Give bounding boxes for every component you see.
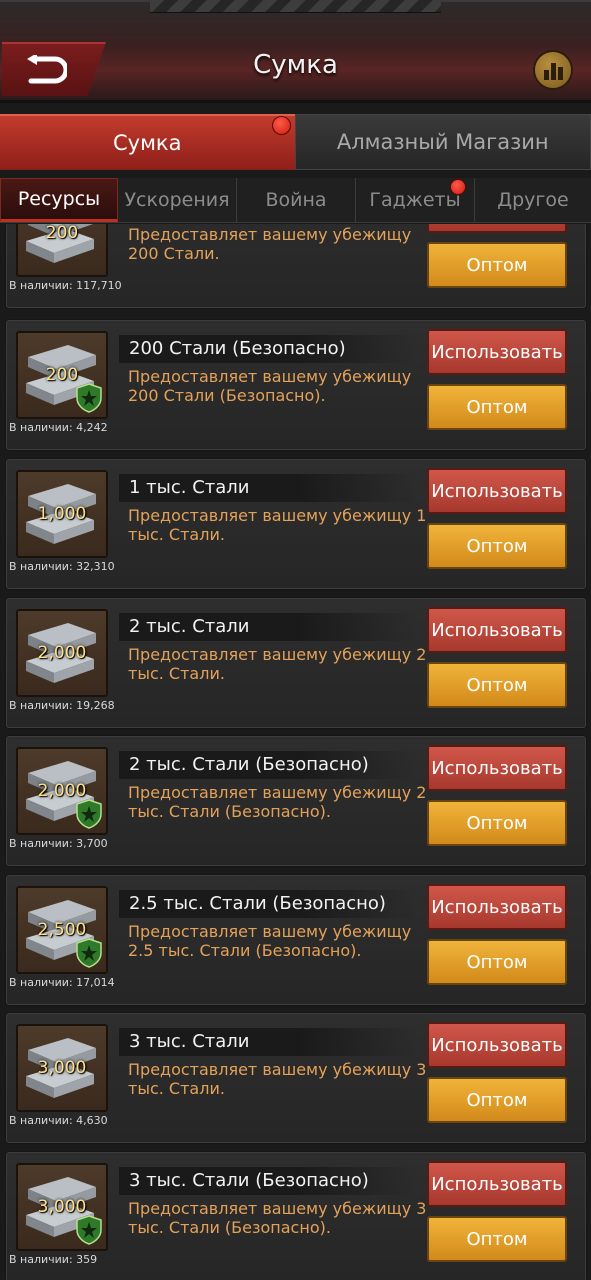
use-button[interactable]: Использовать [427, 745, 567, 791]
category-tabs: Ресурсы Ускорения Война Гаджеты Другое [0, 178, 591, 223]
item-quantity-label: 2,000 [37, 781, 87, 801]
item-name: 1 тыс. Стали [119, 474, 417, 502]
item-quantity-label: 1,000 [37, 504, 87, 524]
item-quantity-label: 3,000 [37, 1058, 87, 1078]
page-title: Сумка [253, 50, 338, 80]
list-item: 2,000 В наличии: 19,268 2 тыс. Стали Пре… [6, 598, 586, 728]
stock-count: В наличии: 4,242 [9, 421, 108, 434]
bulk-button[interactable]: Оптом [427, 662, 567, 708]
item-name: 2 тыс. Стали (Безопасно) [119, 751, 417, 779]
tab-speedups-label: Ускорения [124, 189, 230, 211]
header-bar: Сумка [0, 0, 591, 103]
use-button[interactable]: Использовать [427, 329, 567, 375]
tab-speedups[interactable]: Ускорения [118, 178, 237, 222]
item-name: 2 тыс. Стали [119, 613, 417, 641]
stock-count: В наличии: 359 [9, 1253, 98, 1266]
tab-other-label: Другое [497, 189, 569, 211]
bar-chart-icon [544, 63, 563, 80]
shield-star-icon [76, 1215, 102, 1245]
bulk-button[interactable]: Оптом [427, 523, 567, 569]
item-description: Предоставляет вашему убежищу 2 тыс. Стал… [128, 783, 427, 821]
tab-resources-label: Ресурсы [17, 188, 101, 210]
list-item: 2,000 В наличии: 3,700 2 тыс. Стали (Без… [6, 736, 586, 866]
stock-count: В наличии: 32,310 [9, 560, 115, 573]
item-description: Предоставляет вашему убежищу 3 тыс. Стал… [128, 1199, 427, 1237]
item-quantity-label: 3,000 [37, 1197, 87, 1217]
item-description: Предоставляет вашему убежищу 2.5 тыс. Ст… [128, 922, 412, 960]
notification-dot [271, 116, 291, 135]
bulk-button[interactable]: Оптом [427, 939, 567, 985]
bulk-button[interactable]: Оптом [427, 800, 567, 846]
steel-item-icon: 200 [16, 224, 108, 277]
steel-item-icon: 200 [16, 331, 108, 419]
steel-item-icon: 2,000 [16, 747, 108, 835]
stock-count: В наличии: 117,710 [9, 279, 122, 292]
list-item: 3,000 В наличии: 359 3 тыс. Стали (Безоп… [6, 1152, 586, 1280]
main-tabs: Сумка Алмазный Магазин [0, 114, 591, 170]
item-name: 3 тыс. Стали [119, 1028, 417, 1056]
item-quantity-label: 2,500 [37, 920, 87, 940]
steel-item-icon: 3,000 [16, 1163, 108, 1251]
use-button[interactable]: Использовать [427, 1161, 567, 1207]
bulk-button[interactable]: Оптом [427, 384, 567, 430]
item-description: Предоставляет вашему убежищу 200 Стали (… [128, 367, 412, 405]
item-name: 2.5 тыс. Стали (Безопасно) [119, 890, 417, 918]
bulk-button[interactable]: Оптом [427, 242, 567, 288]
steel-item-icon: 3,000 [16, 1024, 108, 1112]
tab-diamond-shop-label: Алмазный Магазин [336, 130, 549, 154]
stock-count: В наличии: 4,630 [9, 1114, 108, 1127]
shield-star-icon [76, 383, 102, 413]
tab-diamond-shop[interactable]: Алмазный Магазин [294, 114, 591, 170]
stock-count: В наличии: 17,014 [9, 976, 115, 989]
shield-star-icon [76, 938, 102, 968]
steel-item-icon: 1,000 [16, 470, 108, 558]
steel-item-icon: 2,000 [16, 609, 108, 697]
item-quantity-label: 200 [45, 224, 79, 243]
stock-count: В наличии: 19,268 [9, 699, 115, 712]
list-item: 2,500 В наличии: 17,014 2.5 тыс. Стали (… [6, 875, 586, 1005]
use-button[interactable]: Использовать [427, 1022, 567, 1068]
use-button[interactable]: Использовать [427, 224, 567, 233]
item-description: Предоставляет вашему убежищу 1 тыс. Стал… [128, 506, 427, 544]
use-button[interactable]: Использовать [427, 468, 567, 514]
list-item: 1,000 В наличии: 32,310 1 тыс. Стали Пре… [6, 459, 586, 589]
item-quantity-label: 2,000 [37, 643, 87, 663]
list-item: 3,000 В наличии: 4,630 3 тыс. Стали Пред… [6, 1013, 586, 1143]
bulk-button[interactable]: Оптом [427, 1077, 567, 1123]
tab-other[interactable]: Другое [475, 178, 591, 222]
tab-bag[interactable]: Сумка [0, 114, 295, 170]
list-item: 200 В наличии: 4,242 200 Стали (Безопасн… [6, 320, 586, 450]
item-name: 3 тыс. Стали (Безопасно) [119, 1167, 417, 1195]
item-list[interactable]: 200 В наличии: 117,710 Предоставляет ваш… [0, 224, 591, 1280]
tab-gadgets[interactable]: Гаджеты [356, 178, 475, 222]
tab-bag-label: Сумка [113, 131, 182, 155]
tab-war[interactable]: Война [237, 178, 356, 222]
stock-count: В наличии: 3,700 [9, 837, 108, 850]
tab-gadgets-label: Гаджеты [369, 189, 461, 211]
item-name: 200 Стали (Безопасно) [119, 335, 417, 363]
item-description: Предоставляет вашему убежищу 2 тыс. Стал… [128, 645, 427, 683]
item-description: Предоставляет вашему убежищу 200 Стали. [128, 225, 412, 263]
list-item: 200 В наличии: 117,710 Предоставляет ваш… [6, 224, 586, 308]
shield-star-icon [76, 799, 102, 829]
tab-resources[interactable]: Ресурсы [0, 178, 118, 222]
notification-dot [450, 179, 466, 195]
use-button[interactable]: Использовать [427, 607, 567, 653]
tab-war-label: Война [265, 189, 327, 211]
stats-button[interactable] [533, 50, 573, 90]
item-quantity-label: 200 [45, 365, 79, 385]
use-button[interactable]: Использовать [427, 884, 567, 930]
bulk-button[interactable]: Оптом [427, 1216, 567, 1262]
steel-item-icon: 2,500 [16, 886, 108, 974]
item-description: Предоставляет вашему убежищу 3 тыс. Стал… [128, 1060, 427, 1098]
